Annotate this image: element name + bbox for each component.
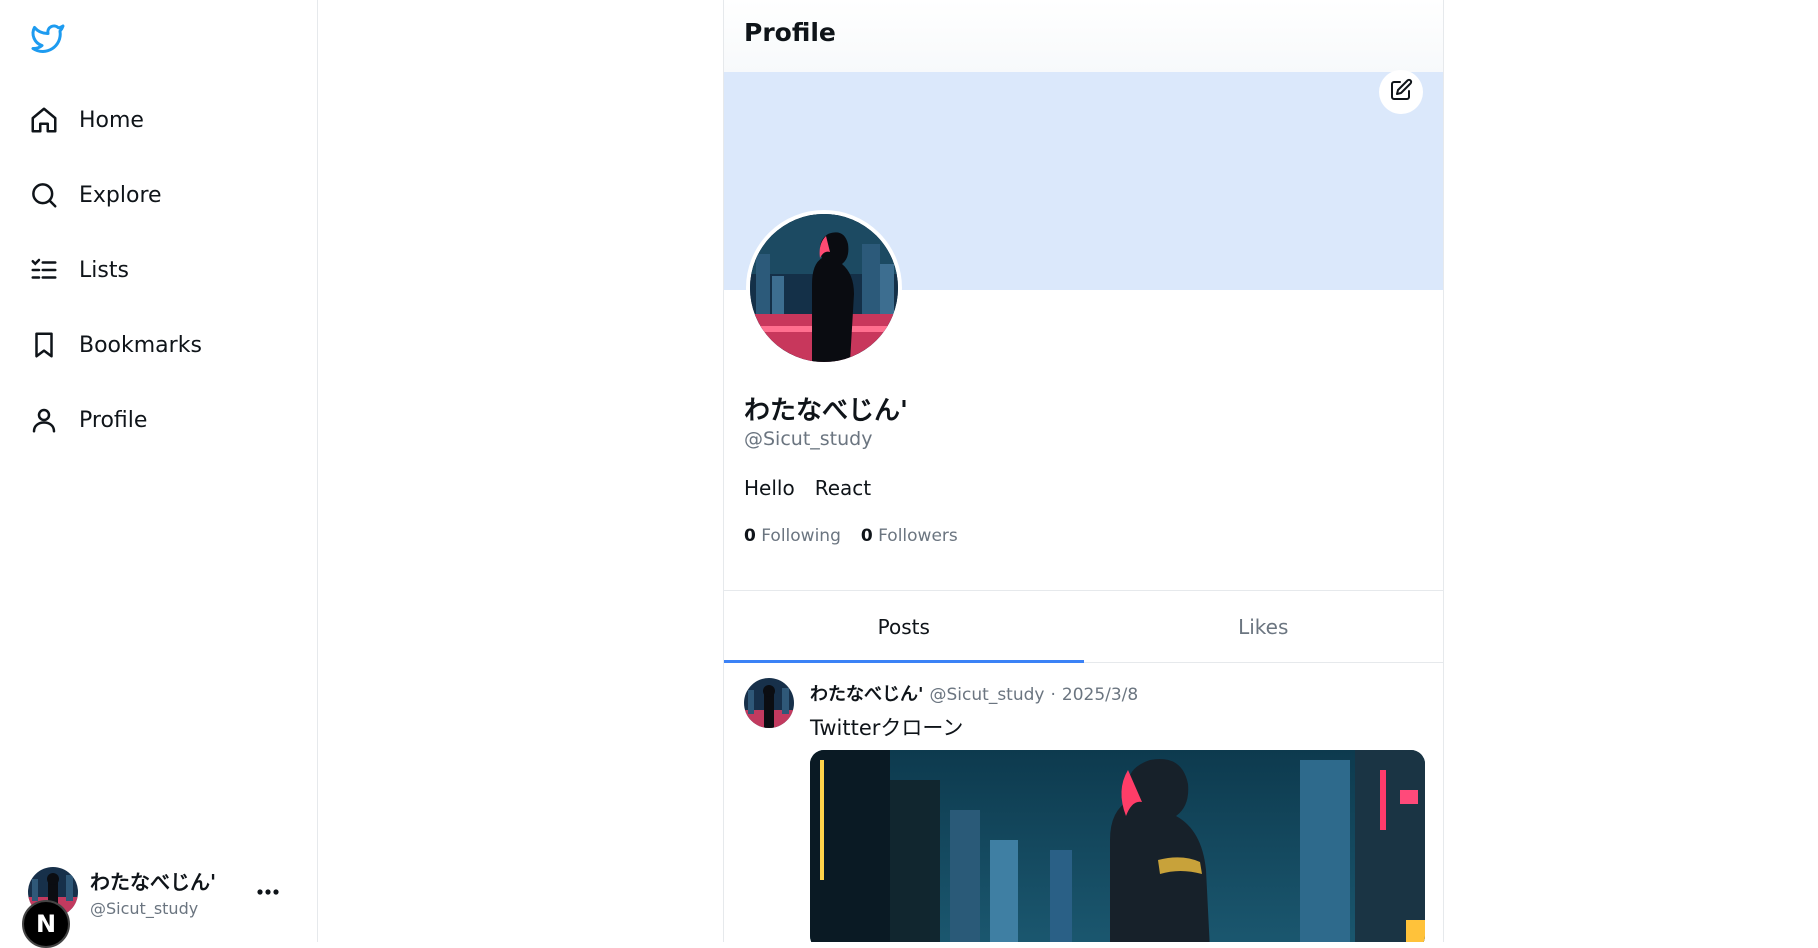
sidebar-item-home[interactable]: Home [28, 96, 144, 144]
profile-name: わたなべじん' [744, 396, 908, 426]
post-meta: わたなべじん' @Sicut_study · 2025/3/8 [810, 680, 1138, 706]
edit-profile-button[interactable] [1379, 70, 1423, 114]
bookmark-icon [28, 329, 60, 361]
edit-icon [1389, 78, 1413, 106]
follow-stats: 0 Following 0 Followers [744, 526, 958, 546]
post-date: 2025/3/8 [1061, 685, 1139, 705]
post-item[interactable]: わたなべじん' @Sicut_study · 2025/3/8 Twitterク… [724, 664, 1443, 942]
post-handle: @Sicut_study [929, 685, 1045, 705]
profile-handle: @Sicut_study [744, 428, 873, 450]
sidebar-item-label: Profile [79, 407, 148, 433]
sidebar-item-label: Explore [79, 182, 162, 208]
more-icon[interactable] [254, 880, 282, 904]
profile-avatar [746, 210, 902, 366]
account-handle: @Sicut_study [90, 899, 199, 918]
followers-link[interactable]: 0 Followers [861, 526, 958, 546]
user-icon [28, 404, 60, 436]
dev-indicator-badge[interactable]: N [22, 900, 70, 948]
sidebar-item-profile[interactable]: Profile [28, 396, 147, 444]
post-image[interactable] [810, 750, 1425, 942]
sidebar-item-explore[interactable]: Explore [28, 171, 162, 219]
following-label: Following [761, 526, 841, 546]
tab-posts[interactable]: Posts [724, 591, 1084, 663]
sidebar-item-label: Bookmarks [79, 332, 202, 358]
sidebar-item-label: Lists [79, 257, 129, 283]
post-avatar[interactable] [744, 678, 794, 728]
home-icon [28, 104, 60, 136]
bio-word: Hello [744, 476, 795, 500]
sidebar-item-label: Home [79, 107, 144, 133]
followers-label: Followers [878, 526, 958, 546]
post-text: Twitterクローン [810, 716, 964, 740]
page-header: Profile [724, 0, 1443, 72]
main-column: Profile わたなべじん' @Sicut_study Hello React [723, 0, 1444, 942]
following-link[interactable]: 0 Following [744, 526, 841, 546]
sidebar: Home Explore Lists Bookmarks Profile わたな… [0, 0, 318, 948]
bio-word: React [814, 476, 872, 500]
followers-count: 0 [860, 526, 873, 546]
following-count: 0 [744, 526, 756, 546]
list-icon [28, 254, 60, 286]
search-icon [28, 179, 60, 211]
tab-likes[interactable]: Likes [1084, 591, 1444, 662]
account-name: わたなべじん' [90, 870, 217, 894]
page-title: Profile [744, 18, 836, 47]
sidebar-item-bookmarks[interactable]: Bookmarks [28, 321, 202, 369]
profile-bio: Hello React [744, 476, 871, 500]
post-separator: · [1050, 685, 1056, 705]
sidebar-item-lists[interactable]: Lists [28, 246, 129, 294]
post-author[interactable]: わたなべじん' [810, 680, 924, 706]
profile-tabs: Posts Likes [724, 591, 1443, 663]
twitter-bird-icon[interactable] [28, 20, 68, 56]
